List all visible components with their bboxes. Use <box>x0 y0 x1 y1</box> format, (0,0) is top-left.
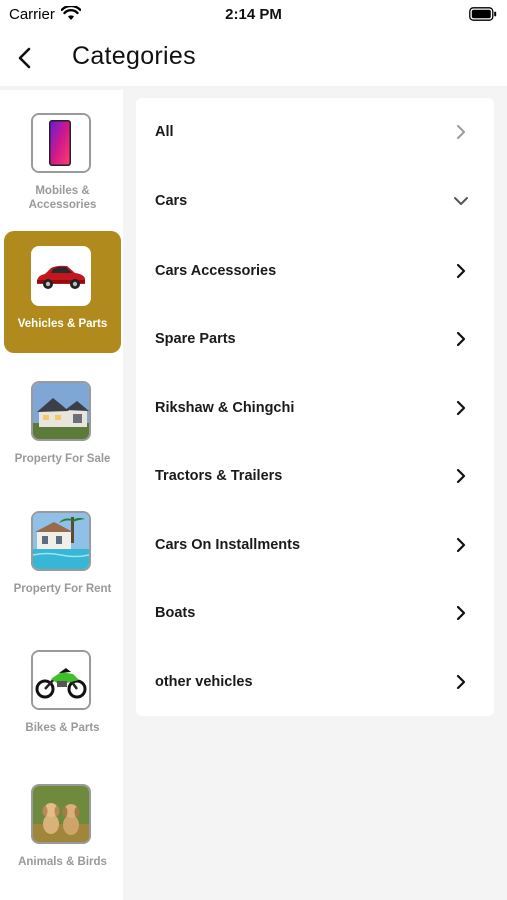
subcategory-label: Cars Accessories <box>155 263 277 279</box>
car-image <box>31 246 91 306</box>
category-sidebar: Mobiles & Accessories Vehicles & Parts P… <box>0 90 123 900</box>
subcategory-label: Rikshaw & Chingchi <box>155 400 295 416</box>
chevron-right-icon <box>456 468 466 484</box>
subcategory-label: Spare Parts <box>155 331 236 347</box>
subcategory-label: Cars On Installments <box>155 537 301 553</box>
chevron-right-icon <box>456 400 466 416</box>
sidebar-item-label: Property For Rent <box>13 583 112 595</box>
subcategory-row-rikshaw[interactable]: Rikshaw & Chingchi <box>136 374 494 442</box>
chevron-right-icon <box>456 605 466 621</box>
battery-icon <box>469 7 497 26</box>
sidebar-item-label: Mobiles & Accessories <box>28 185 97 211</box>
clock: 2:14 PM <box>225 6 282 23</box>
back-button[interactable] <box>10 40 46 76</box>
back-arrow-icon <box>18 47 31 69</box>
subcategory-label: All <box>155 124 174 140</box>
subcategory-label: Boats <box>155 605 196 621</box>
status-bar: Carrier 2:14 PM <box>0 0 507 30</box>
subcategory-row-cars[interactable]: Cars <box>136 167 494 235</box>
chevron-right-icon <box>456 537 466 553</box>
villa-pool-image <box>31 511 91 571</box>
chevron-right-icon <box>456 674 466 690</box>
sidebar-item-label: Bikes & Parts <box>25 722 100 734</box>
sidebar-item-property-rent[interactable]: Property For Rent <box>4 496 121 618</box>
chevron-right-icon <box>456 263 466 279</box>
sidebar-item-label: Vehicles & Parts <box>17 318 108 330</box>
chevron-right-icon <box>456 331 466 347</box>
page-title: Categories <box>72 42 196 70</box>
subcategory-row-cars-accessories[interactable]: Cars Accessories <box>136 237 494 305</box>
subcategory-row-tractors[interactable]: Tractors & Trailers <box>136 442 494 510</box>
sidebar-item-bikes[interactable]: Bikes & Parts <box>4 635 121 757</box>
phone-image <box>31 113 91 173</box>
sidebar-item-label: Animals & Birds <box>18 856 107 868</box>
subcategory-label: other vehicles <box>155 674 253 690</box>
sidebar-item-label: Property For Sale <box>14 453 111 465</box>
subcategory-row-all[interactable]: All <box>136 98 494 166</box>
chevron-right-icon <box>457 125 465 139</box>
sidebar-item-mobiles[interactable]: Mobiles & Accessories <box>4 98 121 220</box>
header-bar: Categories <box>0 30 507 86</box>
motorbike-image <box>31 650 91 710</box>
subcategory-row-other-vehicles[interactable]: other vehicles <box>136 648 494 716</box>
chevron-down-icon <box>454 197 468 205</box>
sidebar-item-vehicles[interactable]: Vehicles & Parts <box>4 231 121 353</box>
subcategory-label: Tractors & Trailers <box>155 468 283 484</box>
subcategory-row-installments[interactable]: Cars On Installments <box>136 511 494 579</box>
subcategory-label: Cars <box>155 193 188 209</box>
subcategory-row-spare-parts[interactable]: Spare Parts <box>136 305 494 373</box>
puppies-image <box>31 784 91 844</box>
house-image <box>31 381 91 441</box>
sidebar-item-animals[interactable]: Animals & Birds <box>4 769 121 891</box>
subcategory-row-boats[interactable]: Boats <box>136 579 494 647</box>
sidebar-item-property-sale[interactable]: Property For Sale <box>4 366 121 488</box>
subcategory-list: All Cars Cars Accessories Spare Parts Ri… <box>136 98 494 716</box>
